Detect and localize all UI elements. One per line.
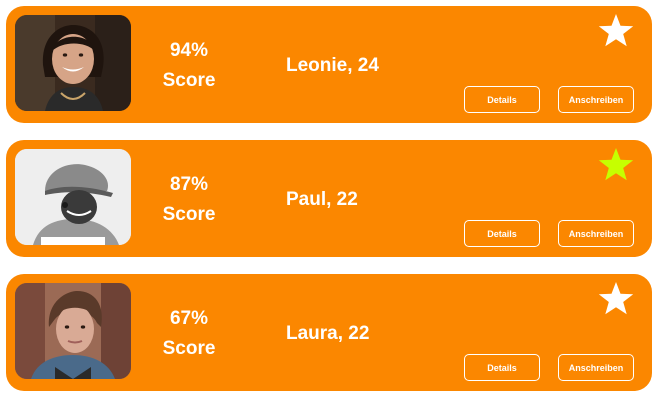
score-value: 94% (169, 40, 209, 61)
details-button[interactable]: Details (464, 86, 540, 113)
message-button[interactable]: Anschreiben (558, 220, 634, 247)
details-button[interactable]: Details (464, 220, 540, 247)
score-label: Score (162, 70, 216, 91)
star-icon[interactable] (597, 281, 635, 317)
match-list: 94% Score Leonie, 24 Details Anschreiben (0, 0, 656, 400)
person-name-age: Laura, 22 (286, 323, 370, 344)
match-score: 94% Score (136, 36, 242, 96)
score-label: Score (162, 338, 216, 359)
match-score: 87% Score (136, 170, 242, 230)
profile-photo (15, 283, 131, 379)
match-card: 67% Score Laura, 22 Details Anschreiben (6, 274, 652, 391)
match-card: 87% Score Paul, 22 Details Anschreiben (6, 140, 652, 257)
star-icon[interactable] (597, 13, 635, 49)
score-label: Score (162, 204, 216, 225)
match-card: 94% Score Leonie, 24 Details Anschreiben (6, 6, 652, 123)
match-score: 67% Score (136, 304, 242, 364)
message-button[interactable]: Anschreiben (558, 86, 634, 113)
person-name-age: Paul, 22 (286, 189, 358, 210)
details-button[interactable]: Details (464, 354, 540, 381)
score-value: 87% (169, 174, 209, 195)
score-value: 67% (169, 308, 209, 329)
person-name-age: Leonie, 24 (286, 55, 379, 76)
message-button[interactable]: Anschreiben (558, 354, 634, 381)
profile-photo (15, 15, 131, 111)
profile-photo (15, 149, 131, 245)
star-icon[interactable] (597, 147, 635, 183)
